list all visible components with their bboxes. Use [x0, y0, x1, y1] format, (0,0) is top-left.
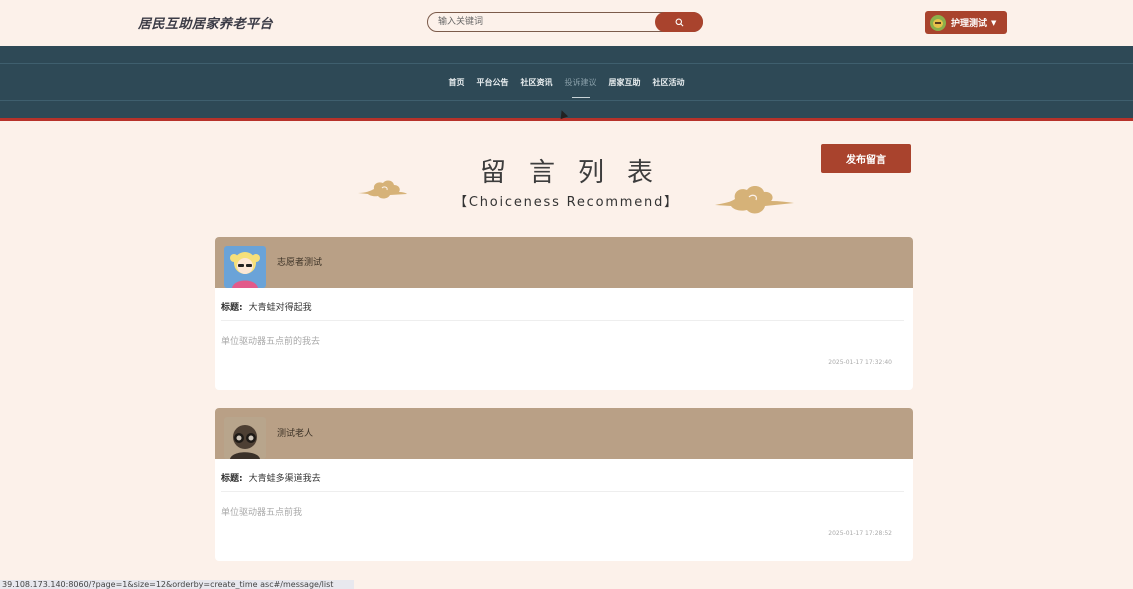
message-title-label: 标题: [221, 303, 243, 313]
message-time: 2025-01-17 17:32:40 [828, 359, 892, 366]
divider [221, 491, 904, 492]
avatar [224, 246, 266, 288]
chevron-down-icon: ▼ [991, 18, 997, 27]
publish-message-button[interactable]: 发布留言 [821, 144, 911, 173]
message-title-text: 大青蛙多渠道我去 [248, 474, 321, 484]
nav-item-complaints[interactable]: 投诉建议 [565, 77, 597, 94]
user-menu-button[interactable]: 护理测试 ▼ [925, 11, 1007, 34]
page-subtitle: 【Choiceness Recommend】 [454, 195, 679, 210]
search-button[interactable] [655, 12, 703, 32]
nav-item-community-events[interactable]: 社区活动 [653, 77, 685, 94]
message-time: 2025-01-17 17:28:52 [828, 530, 892, 537]
message-card-header: 测试老人 [215, 408, 913, 459]
message-card[interactable]: 志愿者测试 标题: 大青蛙对得起我 单位驱动器五点前的我去 2025-01-17 … [215, 237, 913, 390]
page-heading: 留言列表 【Choiceness Recommend】 [0, 152, 1133, 210]
message-title-label: 标题: [221, 474, 243, 484]
search-icon [675, 18, 683, 26]
message-title: 标题: 大青蛙对得起我 [221, 300, 312, 313]
top-header: 居民互助居家养老平台 护理测试 ▼ [0, 0, 1133, 46]
user-avatar [930, 14, 946, 31]
message-title-text: 大青蛙对得起我 [248, 303, 312, 313]
search-input[interactable] [438, 14, 648, 30]
page-title: 留言列表 [479, 158, 676, 188]
site-title[interactable]: 居民互助居家养老平台 [138, 13, 273, 32]
message-author: 志愿者测试 [277, 258, 323, 268]
nav-item-home-mutual-aid[interactable]: 居家互助 [609, 77, 641, 94]
message-title: 标题: 大青蛙多渠道我去 [221, 471, 321, 484]
search-box [427, 12, 703, 32]
nav-item-community-news[interactable]: 社区资讯 [521, 77, 553, 94]
divider [221, 320, 904, 321]
message-content: 单位驱动器五点前的我去 [221, 337, 321, 347]
main-nav: 首页 平台公告 社区资讯 投诉建议 居家互助 社区活动 [0, 77, 1133, 94]
main-nav-band: 首页 平台公告 社区资讯 投诉建议 居家互助 社区活动 [0, 46, 1133, 121]
message-card-header: 志愿者测试 [215, 237, 913, 288]
message-content: 单位驱动器五点前我 [221, 508, 303, 518]
nav-item-announcements[interactable]: 平台公告 [477, 77, 509, 94]
avatar [224, 417, 266, 459]
status-bar-url: 39.108.173.140:8060/?page=1&size=12&orde… [0, 580, 354, 589]
nav-item-home[interactable]: 首页 [449, 77, 465, 94]
user-name: 护理测试 [951, 19, 988, 29]
message-author: 测试老人 [277, 429, 314, 439]
message-card[interactable]: 测试老人 标题: 大青蛙多渠道我去 单位驱动器五点前我 2025-01-17 17… [215, 408, 913, 561]
